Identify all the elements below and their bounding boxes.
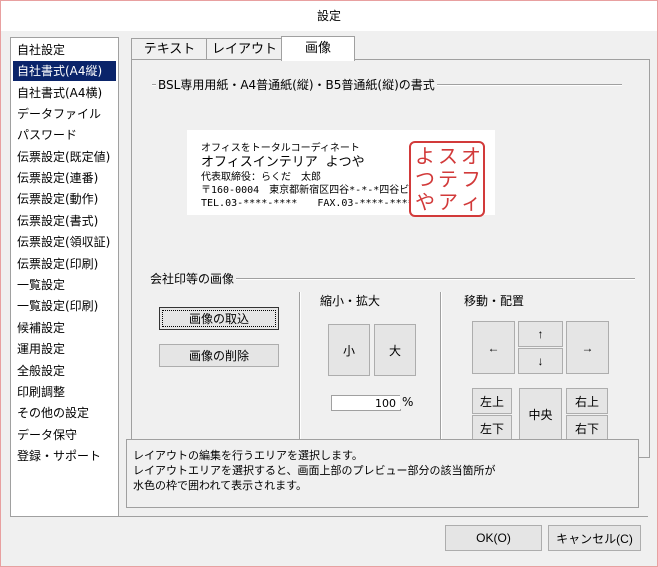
image-group-title: 会社印等の画像 (148, 270, 237, 287)
scale-group-title: 縮小・拡大 (318, 292, 383, 309)
align-top-right-button[interactable]: 右上 (566, 388, 608, 414)
help-message-box: レイアウトの編集を行うエリアを選択します。 レイアウトエリアを選択すると、画面上… (126, 439, 639, 508)
move-up-button[interactable]: ↑ (518, 321, 563, 347)
import-image-button[interactable]: 画像の取込 (159, 307, 279, 330)
footer-separator (10, 516, 648, 517)
sidebar-item-slip-format[interactable]: 伝票設定(書式) (13, 211, 116, 231)
company-seal-image: オフィ ステア よつや (409, 141, 485, 217)
settings-window: 設定 自社設定 自社書式(A4縦) 自社書式(A4横) データファイル パスワー… (0, 0, 658, 567)
shrink-button[interactable]: 小 (328, 324, 370, 376)
sidebar-item-slip-behavior[interactable]: 伝票設定(動作) (13, 189, 116, 209)
help-message-line-1: レイアウトの編集を行うエリアを選択します。 (133, 449, 363, 462)
sidebar-item-data-file[interactable]: データファイル (13, 104, 116, 124)
tab-text[interactable]: テキスト (131, 38, 208, 60)
move-group-title: 移動・配置 (462, 292, 527, 309)
sidebar-item-list[interactable]: 一覧設定 (13, 275, 116, 295)
sidebar-item-slip-receipt[interactable]: 伝票設定(領収証) (13, 232, 116, 252)
sidebar-item-company-format-a4-landscape[interactable]: 自社書式(A4横) (13, 83, 116, 103)
group-divider-2 (440, 292, 442, 442)
sidebar-item-registration-support[interactable]: 登録・サポート (13, 446, 116, 466)
enlarge-button[interactable]: 大 (374, 324, 416, 376)
seal-column-3: よつや (415, 144, 435, 214)
form-heading: BSL専用用紙・A4普通紙(縦)・B5普通紙(縦)の書式 (156, 76, 437, 93)
sidebar-item-slip-print[interactable]: 伝票設定(印刷) (13, 254, 116, 274)
sidebar-item-candidates[interactable]: 候補設定 (13, 318, 116, 338)
align-bottom-left-button[interactable]: 左下 (472, 415, 512, 441)
scale-percent-input[interactable]: 100 (331, 395, 401, 411)
sidebar-item-general[interactable]: 全般設定 (13, 361, 116, 381)
sidebar-item-print-adjust[interactable]: 印刷調整 (13, 382, 116, 402)
sidebar-item-company-format-a4-portrait[interactable]: 自社書式(A4縦) (13, 61, 116, 81)
settings-sidebar: 自社設定 自社書式(A4縦) 自社書式(A4横) データファイル パスワード 伝… (10, 37, 119, 517)
sidebar-item-data-maintenance[interactable]: データ保守 (13, 425, 116, 445)
move-down-button[interactable]: ↓ (518, 348, 563, 374)
window-client: 自社設定 自社書式(A4縦) 自社書式(A4横) データファイル パスワード 伝… (1, 31, 657, 566)
sidebar-item-operation[interactable]: 運用設定 (13, 339, 116, 359)
seal-column-2: ステア (438, 144, 458, 214)
tab-panel: BSL専用用紙・A4普通紙(縦)・B5普通紙(縦)の書式 オフィスをトータルコー… (131, 59, 650, 458)
sidebar-item-company[interactable]: 自社設定 (13, 40, 116, 60)
sidebar-item-slip-numbering[interactable]: 伝票設定(連番) (13, 168, 116, 188)
sidebar-item-slip-defaults[interactable]: 伝票設定(既定値) (13, 147, 116, 167)
sidebar-item-password[interactable]: パスワード (13, 125, 116, 145)
window-title: 設定 (1, 1, 657, 31)
preview-line-5: TEL.03-****-**** FAX.03-****-**** (201, 198, 414, 209)
align-bottom-right-button[interactable]: 右下 (566, 415, 608, 441)
align-center-button[interactable]: 中央 (519, 388, 562, 441)
move-right-button[interactable]: → (566, 321, 609, 374)
scale-percent-unit: % (400, 395, 416, 409)
sidebar-item-list-print[interactable]: 一覧設定(印刷) (13, 296, 116, 316)
delete-image-button[interactable]: 画像の削除 (159, 344, 279, 367)
letterhead-preview: オフィスをトータルコーディネート オフィスインテリア よつや 代表取締役：らくだ… (187, 130, 495, 217)
seal-column-1: オフィ (461, 144, 481, 214)
group-divider-1 (299, 292, 301, 442)
sidebar-item-other[interactable]: その他の設定 (13, 403, 116, 423)
help-message-line-3: 水色の枠で囲われて表示されます。 (133, 479, 308, 492)
align-top-left-button[interactable]: 左上 (472, 388, 512, 414)
tab-image[interactable]: 画像 (281, 36, 355, 61)
cancel-button[interactable]: キャンセル(C) (548, 525, 641, 551)
tab-layout[interactable]: レイアウト (206, 38, 283, 60)
move-left-button[interactable]: ← (472, 321, 515, 374)
ok-button[interactable]: OK(O) (445, 525, 542, 551)
help-message-line-2: レイアウトエリアを選択すると、画面上部のプレビュー部分の該当箇所が (133, 464, 496, 477)
